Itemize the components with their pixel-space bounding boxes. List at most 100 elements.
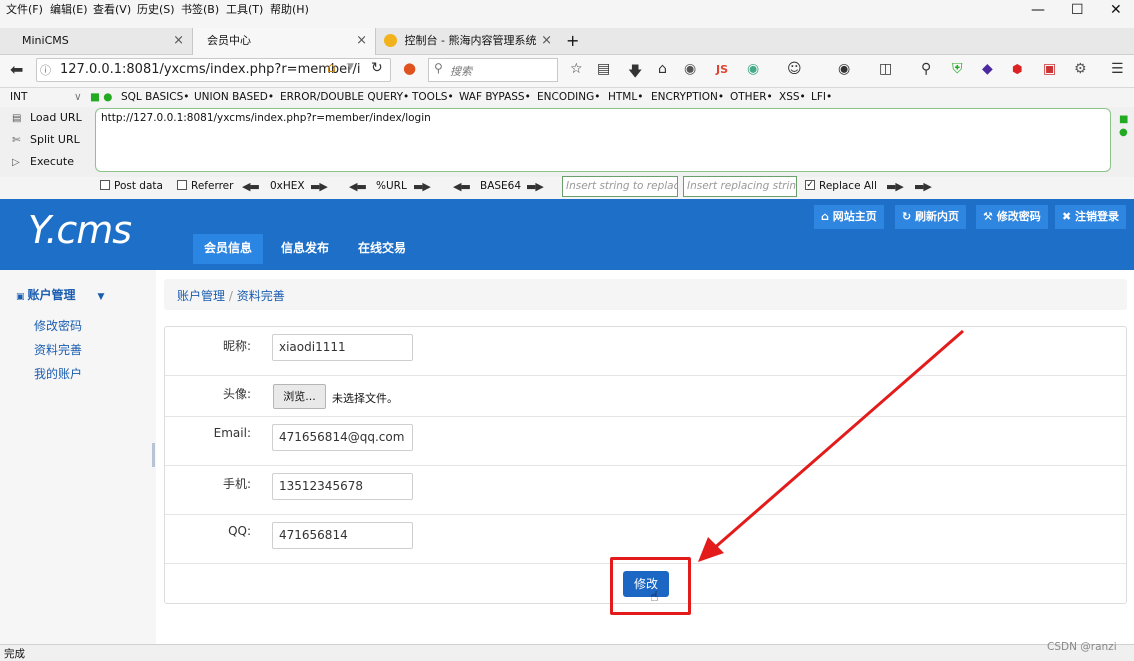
home-badge-icon[interactable]: ⌂ [327, 60, 336, 76]
change-password-button[interactable]: ⚒ 修改密码 [976, 205, 1048, 229]
divider [165, 375, 1126, 376]
tab-minicms[interactable]: MiniCMS × [8, 28, 192, 55]
zoom-icon[interactable]: ⚲ [921, 61, 931, 77]
proxy-icon[interactable]: ◉ [838, 61, 850, 77]
email-label: Email: [213, 426, 251, 440]
reader-icon[interactable]: ▤ [597, 61, 610, 77]
nav-member-info[interactable]: 会员信息 [193, 234, 264, 264]
email-field[interactable]: 471656814@qq.com [272, 424, 413, 451]
qq-input[interactable]: 471656814 [272, 522, 413, 549]
caret-down-icon: ▼ [97, 292, 105, 302]
hackbar-menu-sql-basics[interactable]: SQL BASICS• [121, 91, 189, 103]
hackbar-int-select[interactable]: INT [10, 91, 27, 103]
tab-label: 控制台 - 熊海内容管理系统 [404, 34, 537, 47]
arrow-left-icon[interactable]: ◀▬ [453, 180, 471, 193]
hackbar-url-text: http://127.0.0.1:8081/yxcms/index.php?r=… [101, 112, 431, 124]
status-dot-icon: ● [1119, 127, 1128, 138]
sidebar-item-profile[interactable]: 资料完善 [34, 341, 82, 358]
hamburger-menu-icon[interactable]: ☰ [1111, 61, 1124, 77]
arrow-right-icon[interactable]: ▬▶ [914, 180, 932, 193]
hackbar-menu-waf-bypass[interactable]: WAF BYPASS• [459, 91, 531, 103]
sidebar-account-menu[interactable]: ▣ 账户管理 ▼ [16, 286, 104, 303]
hackbar-menu-xss[interactable]: XSS• [779, 91, 806, 103]
sidebar-item-my-account[interactable]: 我的账户 [34, 365, 82, 382]
hackbar-menu-encoding[interactable]: ENCODING• [537, 91, 600, 103]
replace-all-checkbox[interactable]: ✓ Replace All [805, 180, 877, 192]
window-close-icon[interactable]: ✕ [1110, 2, 1122, 18]
screenshot-icon[interactable]: ◫ [879, 61, 892, 77]
reload-icon[interactable]: ↻ [371, 60, 383, 76]
load-url-button[interactable]: ▤ Load URL [12, 111, 82, 124]
tab-close-icon[interactable]: × [356, 28, 367, 54]
addon-icon[interactable]: ◉ [684, 61, 696, 77]
hackbar-menu-union-based[interactable]: UNION BASED• [194, 91, 274, 103]
arrow-left-icon[interactable]: ◀▬ [242, 180, 260, 193]
menu-tools[interactable]: 工具(T) [226, 1, 263, 17]
arrow-right-icon[interactable]: ▬▶ [413, 180, 431, 193]
sidebar-item-change-password[interactable]: 修改密码 [34, 317, 82, 334]
search-input[interactable] [428, 58, 558, 82]
scrollbar-thumb[interactable] [152, 443, 155, 467]
tab-label: MiniCMS [22, 34, 69, 47]
hackbar-menu-html[interactable]: HTML• [608, 91, 643, 103]
insert-string-input[interactable]: Insert string to replace [562, 176, 678, 197]
hackbar-menu-lfi[interactable]: LFI• [811, 91, 832, 103]
adblock-icon[interactable]: ⬢ [1012, 62, 1022, 76]
new-tab-button[interactable]: + [562, 28, 588, 55]
download-icon[interactable]: 🡇 [628, 61, 642, 85]
replacing-string-input[interactable]: Insert replacing string [683, 176, 797, 197]
expand-icon[interactable]: ■ [1119, 114, 1128, 125]
back-icon[interactable]: ⬅ [10, 60, 23, 79]
status-bar [0, 644, 1134, 661]
execute-button[interactable]: ▷ Execute [12, 155, 74, 168]
cookie-icon[interactable]: ☺ [787, 61, 802, 77]
browse-file-button[interactable]: 浏览... [273, 384, 326, 409]
menu-file[interactable]: 文件(F) [6, 1, 43, 17]
menu-history[interactable]: 历史(S) [137, 1, 175, 17]
chevron-down-icon[interactable]: ∨ [74, 91, 82, 103]
arrow-right-icon[interactable]: ▬▶ [886, 180, 904, 193]
dropdown-icon[interactable]: ▼ [347, 62, 354, 72]
split-url-button[interactable]: ✄ Split URL [12, 133, 80, 146]
referrer-checkbox[interactable]: Referrer [177, 180, 233, 192]
annotation-highlight-box [610, 557, 691, 615]
menu-edit[interactable]: 编辑(E) [50, 1, 88, 17]
js-icon[interactable]: JS [716, 63, 728, 76]
info-icon[interactable]: ⓘ [40, 62, 51, 78]
maximize-icon[interactable]: ☐ [1071, 2, 1084, 18]
hackbar-menu-encryption[interactable]: ENCRYPTION• [651, 91, 724, 103]
refresh-button[interactable]: ↻ 刷新内页 [895, 205, 967, 229]
home-icon[interactable]: ⌂ [658, 61, 667, 77]
menu-bookmarks[interactable]: 书签(B) [181, 1, 219, 17]
post-data-checkbox[interactable]: Post data [100, 180, 163, 192]
nav-trade[interactable]: 在线交易 [347, 234, 417, 264]
nav-publish[interactable]: 信息发布 [270, 234, 340, 264]
site-logo[interactable]: Y.cms [28, 208, 132, 252]
gem-icon[interactable]: ◆ [982, 61, 993, 77]
hackbar-menu-other[interactable]: OTHER• [730, 91, 773, 103]
tab-close-icon[interactable]: × [173, 28, 184, 54]
menu-view[interactable]: 查看(V) [93, 1, 131, 17]
extension-icon[interactable]: ◉ [747, 61, 759, 77]
arrow-right-icon[interactable]: ▬▶ [526, 180, 544, 193]
tab-close-icon[interactable]: × [541, 28, 552, 54]
tab-member-center[interactable]: 会员中心 × [192, 28, 376, 55]
extension-box-icon[interactable]: ▣ [1043, 61, 1056, 77]
arrow-left-icon[interactable]: ◀▬ [349, 180, 367, 193]
shield-icon[interactable]: ⛨ [952, 61, 963, 77]
site-home-button[interactable]: ⌂ 网站主页 [814, 205, 884, 229]
logout-button[interactable]: ✖ 注销登录 [1055, 205, 1127, 229]
gear-icon[interactable]: ⚙ [1074, 61, 1087, 77]
menu-help[interactable]: 帮助(H) [270, 1, 309, 17]
engine-icon[interactable]: ● [403, 59, 416, 77]
nickname-input[interactable]: xiaodi1111 [272, 334, 413, 361]
hackbar-menu-tools[interactable]: TOOLS• [412, 91, 454, 103]
hackbar-menu-error-double[interactable]: ERROR/DOUBLE QUERY• [280, 91, 409, 103]
bookmark-star-icon[interactable]: ☆ [570, 61, 583, 77]
phone-input[interactable]: 13512345678 [272, 473, 413, 500]
breadcrumb-parent[interactable]: 账户管理 [177, 289, 225, 303]
arrow-right-icon[interactable]: ▬▶ [310, 180, 328, 193]
external-link-icon: ▣ [16, 292, 25, 302]
tab-console[interactable]: 控制台 - 熊海内容管理系统 × [376, 28, 560, 55]
minimize-icon[interactable]: — [1031, 2, 1045, 18]
